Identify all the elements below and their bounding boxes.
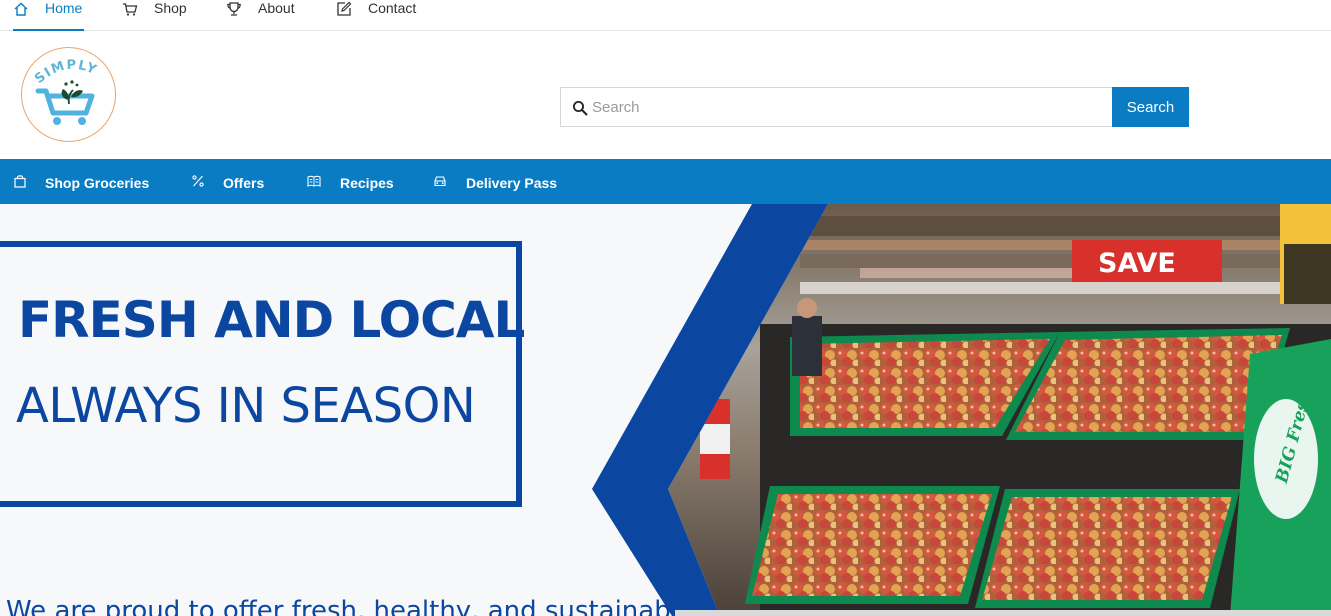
- logo-leaf-icon: [61, 80, 83, 105]
- logo-graphic: SIMPLY: [32, 58, 98, 125]
- search-button[interactable]: Search: [1112, 87, 1189, 127]
- category-bar: Shop Groceries Offers Recipes Delivery P…: [0, 159, 1331, 204]
- top-navigation: Home Shop About Contact: [0, 0, 1331, 31]
- hero-headline: FRESH AND LOCAL: [18, 291, 525, 349]
- hero-banner: SAVE BIG Fresh FRESH AND LOCAL ALWAYS IN…: [0, 204, 1331, 616]
- category-shop-groceries-label: Shop Groceries: [45, 175, 150, 191]
- nav-contact[interactable]: Contact: [336, 0, 420, 31]
- category-recipes-label: Recipes: [340, 175, 394, 191]
- nav-shop[interactable]: Shop: [122, 0, 192, 31]
- category-delivery-pass[interactable]: Delivery Pass: [433, 159, 568, 204]
- hero-headline-frame: [0, 241, 522, 507]
- trophy-icon: [227, 2, 241, 16]
- hero-tagline: We are proud to offer fresh, healthy, an…: [6, 596, 694, 616]
- cart-icon: [123, 3, 138, 16]
- percent-icon: [192, 175, 204, 187]
- save-sign: SAVE: [1098, 248, 1176, 279]
- category-offers[interactable]: Offers: [191, 159, 281, 204]
- category-delivery-pass-label: Delivery Pass: [466, 175, 558, 191]
- category-offers-label: Offers: [223, 175, 265, 191]
- hero-subheadline: ALWAYS IN SEASON: [16, 378, 476, 434]
- nav-home-label: Home: [45, 0, 83, 16]
- search-field: [560, 87, 1113, 127]
- category-shop-groceries[interactable]: Shop Groceries: [13, 159, 163, 204]
- search-input[interactable]: [592, 88, 1102, 126]
- nav-contact-label: Contact: [368, 0, 417, 16]
- edit-icon: [337, 1, 352, 16]
- category-recipes[interactable]: Recipes: [307, 159, 399, 204]
- nav-shop-label: Shop: [154, 0, 187, 16]
- car-icon: [434, 176, 446, 187]
- simply-logo[interactable]: SIMPLY: [21, 47, 116, 142]
- active-tab-indicator: [13, 29, 84, 31]
- book-icon: [307, 175, 321, 187]
- nav-about-label: About: [258, 0, 295, 16]
- horizontal-scrollbar[interactable]: [675, 610, 1331, 616]
- home-icon: [14, 2, 28, 16]
- nav-home[interactable]: Home: [13, 0, 85, 31]
- shopping-bag-icon: [14, 175, 26, 188]
- search-icon: [573, 101, 588, 116]
- nav-about[interactable]: About: [226, 0, 301, 31]
